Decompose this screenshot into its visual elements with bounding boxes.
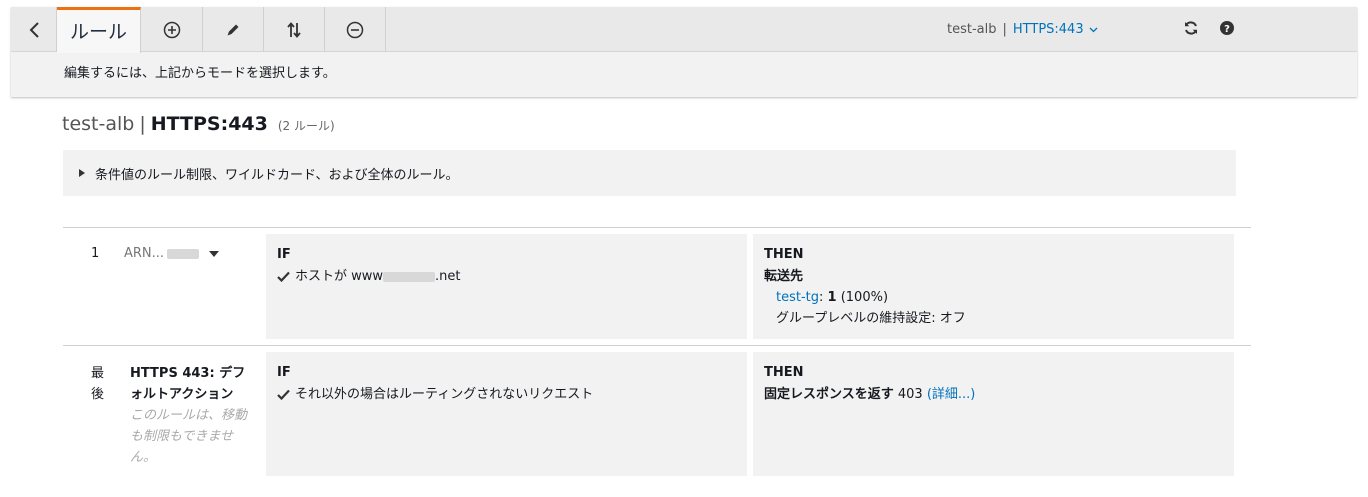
load-balancer-name: test-alb xyxy=(947,22,997,37)
target-group-line: test-tg: 1 (100%) xyxy=(764,287,1223,308)
chevron-left-icon xyxy=(29,21,39,38)
reorder-rules-button[interactable] xyxy=(264,7,325,52)
listener-dropdown[interactable]: HTTPS:443 xyxy=(1013,22,1098,37)
default-rule-description: このルールは、移動も制限もできません。 xyxy=(130,408,248,465)
title-lb-name: test-alb xyxy=(62,113,135,135)
sort-arrows-icon xyxy=(287,21,301,38)
divider xyxy=(63,345,1251,346)
svg-text:?: ? xyxy=(1224,24,1230,35)
tab-rules[interactable]: ルール xyxy=(57,7,141,53)
action-fixed-response-label: 固定レスポンスを返す xyxy=(764,387,894,402)
check-icon xyxy=(277,271,290,282)
default-rule-title: HTTPS 443: デフォルトアクション xyxy=(130,366,246,402)
rule-arn-dropdown[interactable]: ARN... xyxy=(124,246,220,261)
caret-right-icon xyxy=(79,169,85,177)
listener-dropdown-label: HTTPS:443 xyxy=(1012,22,1084,37)
minus-circle-icon xyxy=(346,21,364,38)
redacted-text xyxy=(167,248,200,259)
pencil-icon xyxy=(227,24,239,35)
then-label: THEN xyxy=(764,365,804,380)
rule-priority-last: 最後 xyxy=(91,366,105,402)
target-group-link[interactable]: test-tg xyxy=(776,290,819,305)
rule-limits-text: 条件値のルール制限、ワイルドカード、および全体のルール。 xyxy=(95,167,459,183)
help-icon: ? xyxy=(1220,21,1234,35)
title-separator: | xyxy=(139,113,146,135)
toolbar: ルール test-alb | HTTPS:443 ? xyxy=(11,7,1357,53)
target-weight-pct: (100%) xyxy=(836,290,889,305)
chevron-down-icon xyxy=(1089,27,1098,32)
rule-conditions-cell: IF ホストが www .net xyxy=(266,234,747,339)
help-button[interactable]: ? xyxy=(1219,20,1237,38)
default-conditions-cell: IF それ以外の場合はルーティングされないリクエスト xyxy=(266,352,747,476)
target-weight-sep: : xyxy=(819,290,828,305)
status-code: 403 xyxy=(893,387,927,402)
condition-host-suffix: .net xyxy=(435,269,461,284)
if-label: IF xyxy=(277,247,291,262)
refresh-icon xyxy=(1185,21,1197,35)
plus-circle-icon xyxy=(163,21,180,38)
condition-default-text: それ以外の場合はルーティングされないリクエスト xyxy=(295,387,594,402)
separator: | xyxy=(1002,22,1007,37)
rule-actions-cell: THEN 転送先 test-tg: 1 (100%) グループレベルの維持設定:… xyxy=(753,234,1234,339)
rule-count: (2 ルール) xyxy=(277,119,335,133)
mode-hint: 編集するには、上記からモードを選択します。 xyxy=(64,66,336,81)
edit-rule-button[interactable] xyxy=(203,7,264,52)
condition-host-prefix: ホストが www xyxy=(295,269,384,284)
check-icon xyxy=(277,389,290,400)
divider xyxy=(63,227,1251,228)
rules-toolbar-panel: ルール test-alb | HTTPS:443 ? 編集するには、上記からモー… xyxy=(11,7,1357,97)
title-listener: HTTPS:443 xyxy=(150,113,268,135)
caret-down-icon xyxy=(209,250,220,257)
redacted-text xyxy=(383,271,436,282)
add-rule-button[interactable] xyxy=(141,7,203,52)
rule-limits-expander[interactable]: 条件値のルール制限、ワイルドカード、および全体のルール。 xyxy=(63,150,1236,196)
if-label: IF xyxy=(277,365,291,380)
back-button[interactable] xyxy=(11,7,57,52)
default-actions-cell: THEN 固定レスポンスを返す 403 (詳細...) xyxy=(753,352,1234,476)
then-label: THEN xyxy=(764,247,804,262)
condition-default: それ以外の場合はルーティングされないリクエスト xyxy=(277,384,736,405)
delete-rule-button[interactable] xyxy=(325,7,386,52)
rule-priority: 1 xyxy=(91,246,100,261)
details-link[interactable]: (詳細...) xyxy=(927,387,976,402)
condition-host: ホストが www .net xyxy=(277,266,736,287)
target-weight: 1 xyxy=(827,290,837,305)
listener-selector-area: test-alb | HTTPS:443 xyxy=(947,7,1098,52)
refresh-button[interactable] xyxy=(1183,20,1201,38)
stickiness-setting: グループレベルの維持設定: オフ xyxy=(776,311,966,326)
page-title: test-alb | HTTPS:443 (2 ルール) xyxy=(62,113,335,135)
rule-arn-label: ARN... xyxy=(124,246,165,261)
action-fixed-response: 固定レスポンスを返す 403 (詳細...) xyxy=(764,384,1223,405)
action-forward: 転送先 xyxy=(764,269,804,284)
